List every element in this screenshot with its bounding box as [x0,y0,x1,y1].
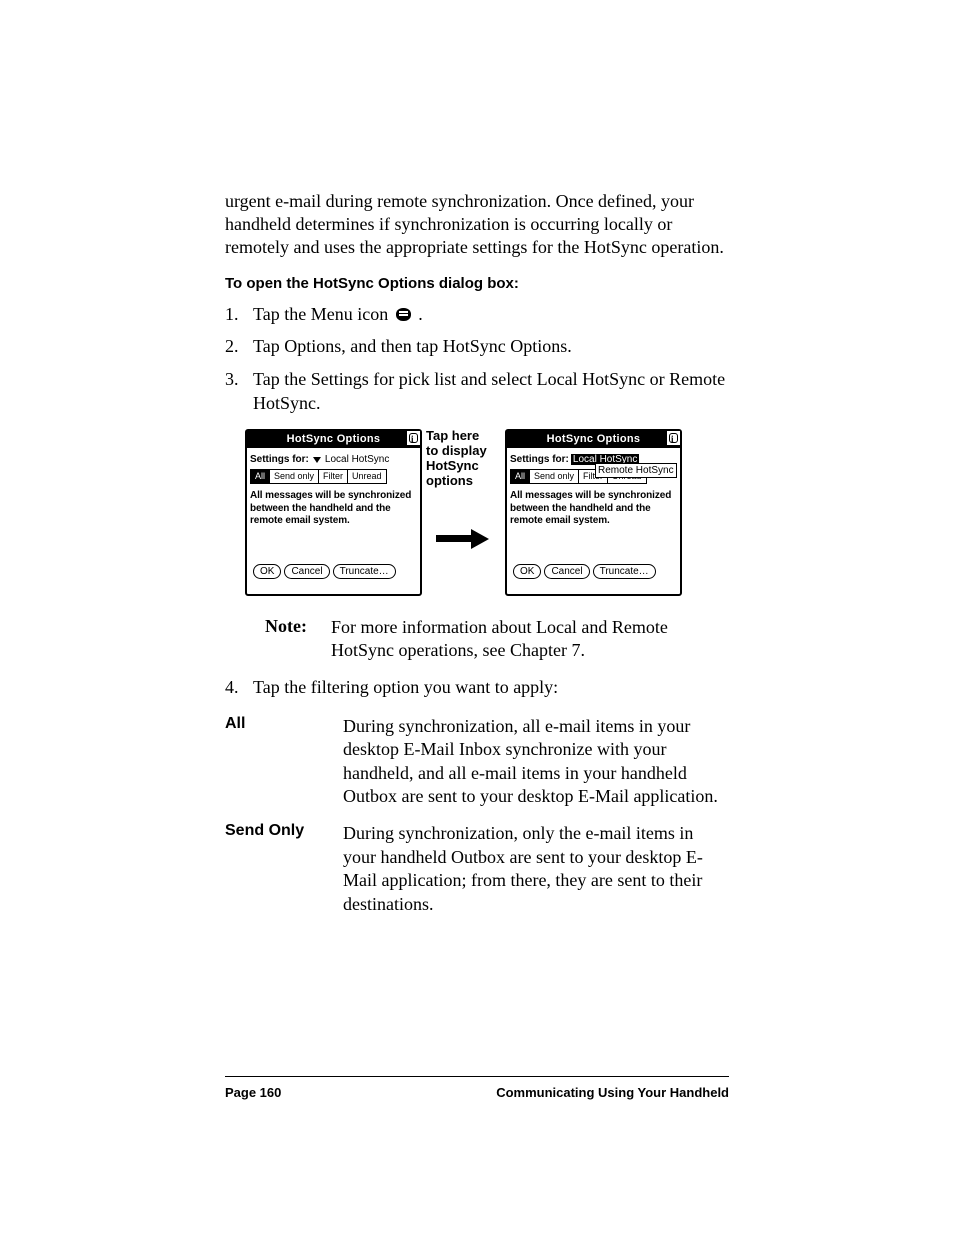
note-label: Note: [265,616,313,663]
settings-for-row: Settings for: Local HotSync [250,454,417,465]
tab-send-only[interactable]: Send only [269,469,319,484]
cancel-button[interactable]: Cancel [284,564,329,579]
cancel-button[interactable]: Cancel [544,564,589,579]
dialog-button-row: OK Cancel Truncate… [510,560,677,582]
step-1: 1. Tap the Menu icon . [225,302,729,326]
step-number: 4. [225,675,245,699]
filter-options-definitions: All During synchronization, all e-mail i… [225,715,729,916]
dialog-body-text: All messages will be synchronized betwee… [510,490,677,528]
dialog-title: HotSync Options [547,433,641,445]
procedure-heading: To open the HotSync Options dialog box: [225,275,729,292]
ok-button[interactable]: OK [513,564,541,579]
steps-list-continued: 4. Tap the filtering option you want to … [225,675,729,699]
definition-desc-all: During synchronization, all e-mail items… [343,715,729,809]
definition-row: All During synchronization, all e-mail i… [225,715,729,809]
definition-term-send-only: Send Only [225,822,325,916]
step-3: 3. Tap the Settings for pick list and se… [225,367,729,416]
settings-for-dropdown[interactable]: Remote HotSync [595,463,677,478]
settings-for-label: Settings for: [510,454,569,465]
step-text: Tap the Menu icon [253,304,393,324]
tab-send-only[interactable]: Send only [529,469,579,484]
callout-line: options [426,474,501,489]
callout-line: Tap here [426,429,501,444]
definition-term-all: All [225,715,325,809]
steps-list: 1. Tap the Menu icon . 2. Tap Options, a… [225,302,729,415]
callout-line: to display [426,444,501,459]
tab-unread[interactable]: Unread [347,469,387,484]
filter-tabs: All Send only Filter Unread [250,469,417,484]
callout-line: HotSync [426,459,501,474]
dialog-titlebar: HotSync Options [247,431,420,448]
definition-desc-send-only: During synchronization, only the e-mail … [343,822,729,916]
step-text: Tap the Settings for pick list and selec… [253,367,729,416]
dialog-title: HotSync Options [287,433,381,445]
step-2: 2. Tap Options, and then tap HotSync Opt… [225,334,729,358]
chevron-down-icon[interactable] [313,457,321,463]
dialog-titlebar: HotSync Options [507,431,680,448]
intro-paragraph: urgent e-mail during remote synchronizat… [225,190,729,259]
chapter-title: Communicating Using Your Handheld [496,1085,729,1100]
step-number: 3. [225,367,245,416]
tab-all[interactable]: All [510,469,530,484]
figure-callout: Tap here to display HotSync options [426,429,501,559]
note-block: Note: For more information about Local a… [265,616,729,663]
tab-all[interactable]: All [250,469,270,484]
screenshot-left: HotSync Options Settings for: Local HotS… [245,429,422,596]
page-content: urgent e-mail during remote synchronizat… [0,0,954,1200]
arrow-icon [426,519,501,559]
dialog-body-text: All messages will be synchronized betwee… [250,490,417,528]
page-footer: Page 160 Communicating Using Your Handhe… [225,1076,729,1100]
step-text: Tap the filtering option you want to app… [253,675,558,699]
step-4: 4. Tap the filtering option you want to … [225,675,729,699]
info-icon[interactable] [407,431,420,445]
settings-for-label: Settings for: [250,454,309,465]
truncate-button[interactable]: Truncate… [593,564,656,579]
figure-hotsync-options: HotSync Options Settings for: Local HotS… [245,429,729,596]
screenshot-right: HotSync Options Settings for: Local HotS… [505,429,682,596]
menu-icon [396,308,411,321]
step-number: 2. [225,334,245,358]
dialog-button-row: OK Cancel Truncate… [250,560,417,582]
tab-filter[interactable]: Filter [318,469,348,484]
info-icon[interactable] [667,431,680,445]
ok-button[interactable]: OK [253,564,281,579]
definition-row: Send Only During synchronization, only t… [225,822,729,916]
step-text-suffix: . [418,304,423,324]
page-number: Page 160 [225,1085,281,1100]
step-number: 1. [225,302,245,326]
settings-for-value[interactable]: Local HotSync [325,454,389,465]
truncate-button[interactable]: Truncate… [333,564,396,579]
note-text: For more information about Local and Rem… [331,616,729,663]
step-text: Tap Options, and then tap HotSync Option… [253,334,572,358]
